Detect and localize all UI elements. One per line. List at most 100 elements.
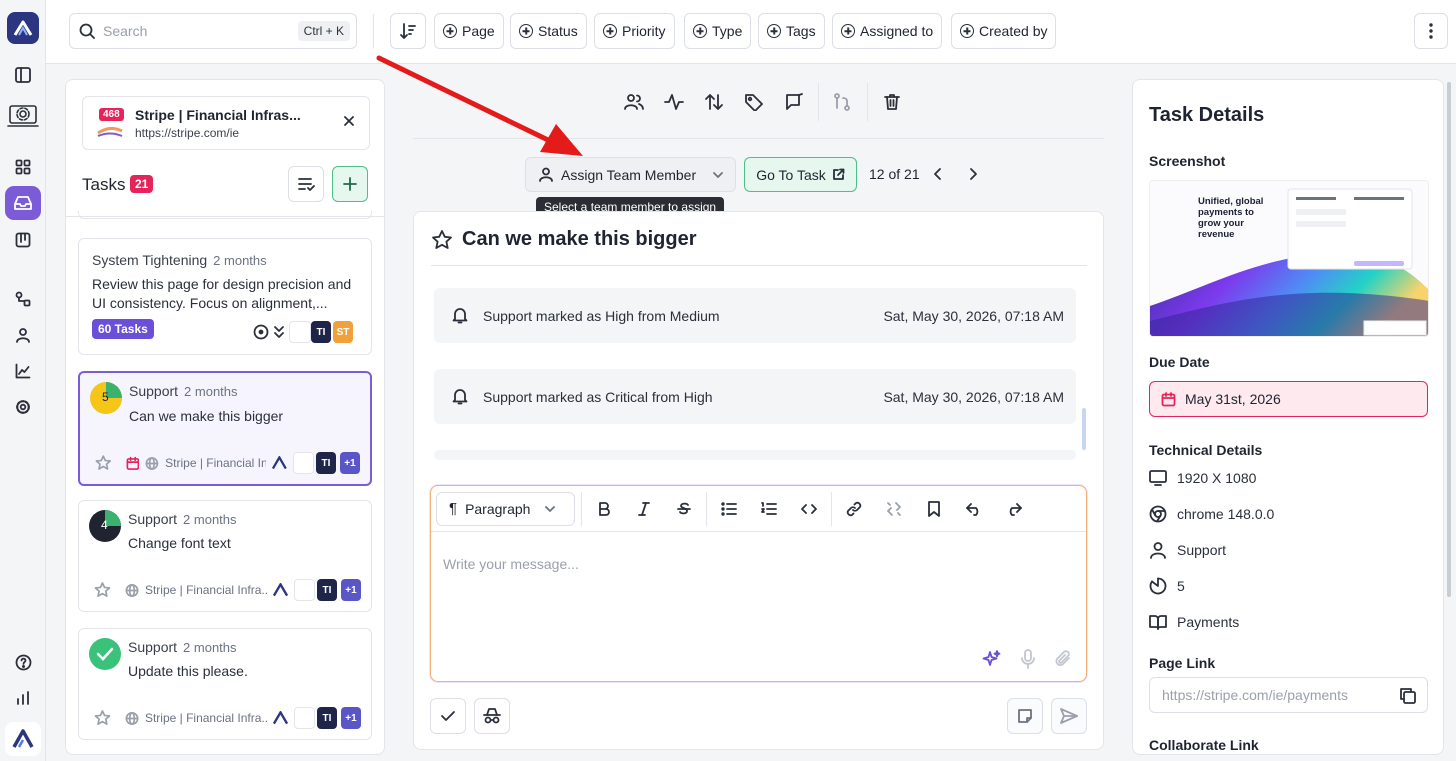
- avatar: +1: [339, 452, 360, 474]
- filter-type-button[interactable]: Type: [684, 13, 752, 49]
- tech-user: Support: [1149, 539, 1226, 561]
- inbox-icon[interactable]: [5, 186, 41, 220]
- attachment-icon[interactable]: [1054, 649, 1072, 669]
- workspace-settings-icon[interactable]: [6, 100, 40, 132]
- title-divider: [431, 265, 1087, 266]
- users-icon[interactable]: [11, 323, 35, 347]
- star-icon[interactable]: [431, 229, 453, 251]
- task-screenshot[interactable]: Unified, global payments to grow your re…: [1149, 180, 1429, 337]
- star-icon[interactable]: [94, 709, 111, 727]
- activity-icon[interactable]: [664, 93, 684, 111]
- calendar-icon[interactable]: [126, 456, 140, 471]
- ordered-list-button[interactable]: [749, 501, 789, 516]
- integrations-icon[interactable]: [11, 287, 35, 311]
- more-options-button[interactable]: [1414, 13, 1448, 49]
- filter-created-by-button[interactable]: Created by: [951, 13, 1057, 49]
- priority-arrows-icon[interactable]: [704, 93, 724, 111]
- filter-tags-button[interactable]: Tags: [758, 13, 825, 49]
- chevron-right-icon[interactable]: [967, 166, 979, 182]
- board-icon[interactable]: [11, 228, 35, 252]
- strikethrough-button[interactable]: [664, 502, 704, 516]
- site-card[interactable]: 468 Stripe | Financial Infras... https:/…: [82, 96, 370, 150]
- analytics-icon[interactable]: [11, 359, 35, 383]
- avatar: TI: [315, 452, 336, 474]
- send-button[interactable]: [1051, 698, 1087, 734]
- bold-icon: [599, 501, 610, 516]
- assignees-icon[interactable]: [624, 93, 644, 111]
- filter-assigned-to-button[interactable]: Assigned to: [832, 13, 943, 49]
- filter-list-button[interactable]: [288, 166, 324, 202]
- plus-icon: [343, 177, 357, 191]
- help-icon[interactable]: [11, 650, 35, 674]
- note-button[interactable]: [1007, 698, 1043, 734]
- toolbar-divider-line: [413, 138, 1104, 139]
- due-date-field[interactable]: May 31st, 2026: [1149, 381, 1428, 417]
- code-button[interactable]: [789, 503, 829, 515]
- activity-scrollbar[interactable]: [1082, 408, 1086, 450]
- assign-team-member-dropdown[interactable]: Assign Team Member: [525, 157, 736, 192]
- link-button[interactable]: [834, 501, 874, 517]
- copy-icon[interactable]: [1399, 687, 1417, 705]
- task-card[interactable]: Support 2 months Update this please. Stri…: [78, 628, 372, 740]
- microphone-icon[interactable]: [1020, 649, 1036, 669]
- screenshot-preview-image: [1150, 181, 1428, 336]
- priority-number: 5: [102, 390, 109, 404]
- plus-circle-icon: [767, 24, 781, 38]
- bullet-list-button[interactable]: [709, 501, 749, 516]
- page-link-field[interactable]: [1149, 677, 1428, 713]
- add-task-button[interactable]: [332, 166, 368, 202]
- dashboard-icon[interactable]: [11, 155, 35, 179]
- bookmark-button[interactable]: [914, 500, 954, 517]
- task-count-pill: 60 Tasks: [92, 319, 154, 339]
- task-card-selected[interactable]: 5 Support 2 months Can we make this bigge…: [78, 371, 372, 486]
- search-box[interactable]: Ctrl + K: [69, 13, 357, 49]
- task-card[interactable]: System Tightening 2 months Review this pa…: [78, 238, 372, 355]
- comment-flag-icon[interactable]: [784, 93, 804, 111]
- message-input[interactable]: [443, 556, 1043, 572]
- ai-sparkle-icon[interactable]: [982, 649, 1002, 669]
- incognito-button[interactable]: [474, 698, 510, 734]
- trash-icon[interactable]: [883, 93, 901, 111]
- page-link-input[interactable]: [1162, 687, 1387, 703]
- filter-page-button[interactable]: Page: [434, 13, 504, 49]
- divider: [373, 14, 374, 48]
- task-site-name: Stripe | Financial Infra...: [144, 583, 267, 597]
- redo-button[interactable]: [994, 502, 1034, 516]
- unlink-button[interactable]: [874, 501, 914, 517]
- app-logo-icon[interactable]: [7, 12, 39, 44]
- filter-priority-button[interactable]: Priority: [594, 13, 675, 49]
- page-link-label: Page Link: [1149, 655, 1216, 671]
- avatar: TI: [311, 321, 331, 343]
- chevron-left-icon[interactable]: [932, 166, 944, 182]
- avatar: [289, 321, 311, 343]
- resolve-task-button[interactable]: [430, 698, 466, 734]
- filter-status-button[interactable]: Status: [510, 13, 587, 49]
- double-chevron-down-icon[interactable]: [273, 325, 285, 339]
- search-input[interactable]: [103, 23, 293, 39]
- close-icon[interactable]: [343, 115, 355, 127]
- sort-button[interactable]: [390, 13, 426, 49]
- star-icon[interactable]: [94, 581, 111, 599]
- settings-gear-icon[interactable]: [11, 395, 35, 419]
- star-icon[interactable]: [95, 454, 112, 472]
- task-card[interactable]: 4 Support 2 months Change font text Strip…: [78, 500, 372, 612]
- go-to-task-button[interactable]: Go To Task: [744, 157, 857, 192]
- unlink-icon: [887, 501, 901, 516]
- redo-icon: [1009, 502, 1022, 516]
- toolbar-divider: [831, 491, 832, 526]
- brand-logo-icon[interactable]: [5, 722, 41, 756]
- incognito-icon: [483, 708, 501, 724]
- editor-toolbar: ¶ Paragraph: [431, 486, 1086, 532]
- paragraph-style-dropdown[interactable]: ¶ Paragraph: [436, 491, 575, 526]
- task-card-description: Update this please.: [128, 663, 248, 679]
- sidebar-toggle-icon[interactable]: [11, 63, 35, 87]
- undo-button[interactable]: [954, 502, 994, 516]
- tag-icon[interactable]: [744, 93, 764, 111]
- merge-icon[interactable]: [833, 93, 853, 111]
- bold-button[interactable]: [584, 501, 624, 516]
- italic-button[interactable]: [624, 501, 664, 516]
- toolbar-divider: [867, 83, 868, 121]
- bar-chart-icon[interactable]: [11, 686, 35, 710]
- status-circle-icon[interactable]: [253, 324, 269, 340]
- details-scrollbar[interactable]: [1447, 82, 1451, 597]
